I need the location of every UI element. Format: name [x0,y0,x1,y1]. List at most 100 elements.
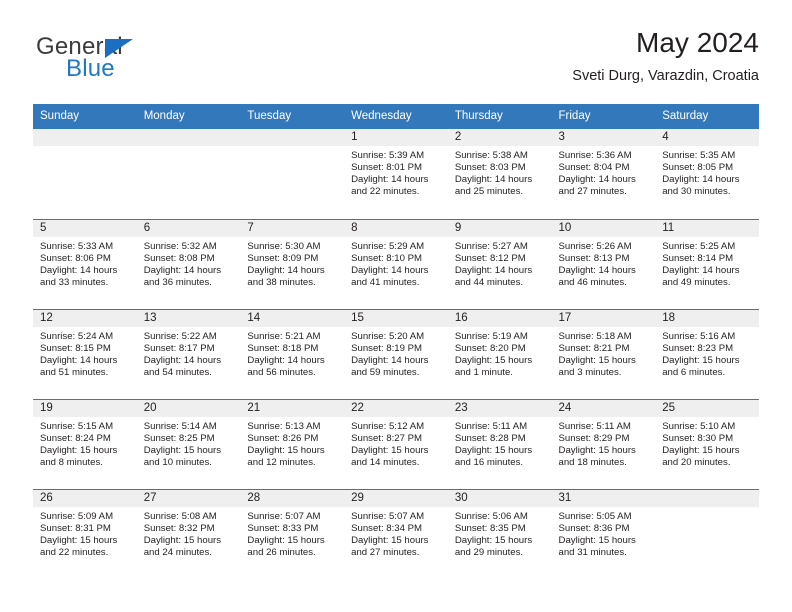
day-number: 21 [240,399,345,417]
sunrise-time: Sunrise: 5:36 AM [558,150,632,161]
sunset-time: Sunset: 8:27 PM [351,432,423,444]
sunrise-time: Sunrise: 5:18 AM [558,330,632,342]
sunrise-time: Sunrise: 5:05 AM [558,510,632,522]
daylight-duration-line1: Daylight: 14 hours [454,264,533,276]
sunrise-time: Sunrise: 5:11 AM [558,420,631,432]
sunset-time: Sunset: 8:12 PM [454,252,526,264]
daylight-duration-line1: Daylight: 15 hours [454,534,533,546]
calendar-day-cell[interactable]: 18 Sunrise: 5:16 AM Sunset: 8:23 PM Dayligh… [655,308,759,399]
day-details: Sunrise: 5:10 AM Sunset: 8:30 PM Daylight:… [655,417,759,469]
calendar-day-cell[interactable]: 11 Sunrise: 5:25 AM Sunset: 8:14 PM Dayligh… [655,218,759,309]
calendar-day-cell[interactable]: 31 Sunrise: 5:05 AM Sunset: 8:36 PM Dayligh… [551,488,656,579]
daylight-duration-line1: Daylight: 15 hours [351,444,429,456]
daylight-duration-line2: and 27 minutes. [351,546,420,558]
day-number: 8 [344,219,448,237]
day-details: Sunrise: 5:18 AM Sunset: 8:21 PM Daylight:… [552,327,656,379]
day-details: Sunrise: 5:05 AM Sunset: 8:36 PM Daylight:… [552,507,656,559]
calendar-day-cell[interactable]: 2 Sunrise: 5:38 AM Sunset: 8:03 PM Daylight… [447,129,552,219]
sunset-time: Sunset: 8:06 PM [40,252,111,264]
day-details: Sunrise: 5:39 AM Sunset: 8:01 PM Daylight:… [344,146,448,198]
day-number: 9 [447,219,552,237]
calendar-day-cell[interactable]: 25 Sunrise: 5:10 AM Sunset: 8:30 PM Dayligh… [655,398,759,489]
calendar-cell-empty [33,129,137,219]
weekday-header-wednesday: Wednesday [344,104,448,129]
page-title: May 2024 [636,27,759,58]
day-number: 26 [33,489,137,507]
calendar-day-cell[interactable]: 16 Sunrise: 5:19 AM Sunset: 8:20 PM Dayligh… [447,308,552,399]
daylight-duration-line2: and 22 minutes. [351,186,420,198]
calendar-day-cell[interactable]: 13 Sunrise: 5:22 AM Sunset: 8:17 PM Dayligh… [136,308,241,399]
calendar-day-cell[interactable]: 23 Sunrise: 5:11 AM Sunset: 8:28 PM Dayligh… [447,398,552,489]
day-number: 24 [551,399,656,417]
calendar-day-cell[interactable]: 27 Sunrise: 5:08 AM Sunset: 8:32 PM Dayligh… [136,488,241,579]
day-number: 15 [344,309,448,327]
sunset-time: Sunset: 8:21 PM [558,342,630,354]
calendar-day-cell[interactable]: 6 Sunrise: 5:32 AM Sunset: 8:08 PM Daylight… [136,218,241,309]
day-number: 20 [136,399,241,417]
calendar-day-cell[interactable]: 28 Sunrise: 5:07 AM Sunset: 8:33 PM Dayligh… [240,488,345,579]
daylight-duration-line2: and 8 minutes. [40,456,103,468]
daylight-duration-line1: Daylight: 15 hours [558,444,636,456]
calendar-day-cell[interactable]: 14 Sunrise: 5:21 AM Sunset: 8:18 PM Dayligh… [240,308,345,399]
sunrise-time: Sunrise: 5:39 AM [351,150,425,161]
calendar-day-cell[interactable]: 3 Sunrise: 5:36 AM Sunset: 8:04 PM Daylight… [551,129,656,219]
daylight-duration-line2: and 16 minutes. [454,456,524,468]
day-number: 16 [447,309,552,327]
calendar-day-cell[interactable]: 1 Sunrise: 5:39 AM Sunset: 8:01 PM Daylight… [344,129,448,219]
day-details: Sunrise: 5:26 AM Sunset: 8:13 PM Daylight:… [552,237,656,289]
daylight-duration-line2: and 56 minutes. [247,366,316,378]
daylight-duration-line1: Daylight: 14 hours [558,264,636,276]
weekday-header-friday: Friday [551,104,656,129]
day-details: Sunrise: 5:38 AM Sunset: 8:03 PM Daylight:… [448,146,552,198]
calendar-day-cell[interactable]: 21 Sunrise: 5:13 AM Sunset: 8:26 PM Dayligh… [240,398,345,489]
page-header: General Blue May 2024 Sveti Durg, Varazd… [33,26,759,98]
day-details: Sunrise: 5:15 AM Sunset: 8:24 PM Daylight:… [33,417,137,469]
sunset-time: Sunset: 8:04 PM [558,162,630,174]
sunset-time: Sunset: 8:26 PM [247,432,319,444]
calendar-day-cell[interactable]: 10 Sunrise: 5:26 AM Sunset: 8:13 PM Dayligh… [551,218,656,309]
day-number: 19 [33,399,137,417]
calendar-day-cell[interactable]: 17 Sunrise: 5:18 AM Sunset: 8:21 PM Dayligh… [551,308,656,399]
calendar-week-row: 26 Sunrise: 5:09 AM Sunset: 8:31 PM Dayligh… [33,488,759,579]
daylight-duration-line2: and 59 minutes. [351,366,420,378]
calendar-day-cell[interactable]: 20 Sunrise: 5:14 AM Sunset: 8:25 PM Dayligh… [136,398,241,489]
sunrise-sunset-calendar: Sunday Monday Tuesday Wednesday Thursday… [33,104,759,579]
calendar-day-cell[interactable]: 9 Sunrise: 5:27 AM Sunset: 8:12 PM Daylight… [447,218,552,309]
calendar-day-cell[interactable]: 7 Sunrise: 5:30 AM Sunset: 8:09 PM Daylight… [240,218,345,309]
sunrise-time: Sunrise: 5:26 AM [558,240,632,252]
calendar-day-cell[interactable]: 30 Sunrise: 5:06 AM Sunset: 8:35 PM Dayligh… [447,488,552,579]
day-number [240,129,345,146]
weekday-header-saturday: Saturday [655,104,759,129]
sunrise-time: Sunrise: 5:30 AM [247,240,321,252]
sunrise-time: Sunrise: 5:27 AM [454,240,528,252]
sunrise-time: Sunrise: 5:33 AM [40,240,114,252]
day-number: 23 [447,399,552,417]
calendar-day-cell[interactable]: 29 Sunrise: 5:07 AM Sunset: 8:34 PM Dayligh… [344,488,448,579]
calendar-day-cell[interactable]: 12 Sunrise: 5:24 AM Sunset: 8:15 PM Dayligh… [33,308,137,399]
sunrise-time: Sunrise: 5:12 AM [351,420,425,432]
logo-text-blue: Blue [66,55,115,82]
daylight-duration-line1: Daylight: 14 hours [143,354,222,366]
calendar-day-cell[interactable]: 19 Sunrise: 5:15 AM Sunset: 8:24 PM Dayligh… [33,398,137,489]
sunrise-time: Sunrise: 5:19 AM [454,330,528,342]
daylight-duration-line2: and 10 minutes. [143,456,212,468]
daylight-duration-line1: Daylight: 15 hours [247,444,325,456]
calendar-week-row: 19 Sunrise: 5:15 AM Sunset: 8:24 PM Dayligh… [33,398,759,489]
calendar-day-cell[interactable]: 8 Sunrise: 5:29 AM Sunset: 8:10 PM Daylight… [344,218,448,309]
calendar-day-cell[interactable]: 26 Sunrise: 5:09 AM Sunset: 8:31 PM Dayligh… [33,488,137,579]
daylight-duration-line1: Daylight: 14 hours [351,264,429,276]
daylight-duration-line1: Daylight: 15 hours [662,444,740,456]
daylight-duration-line2: and 30 minutes. [662,186,731,198]
daylight-duration-line2: and 36 minutes. [143,276,212,288]
calendar-day-cell[interactable]: 15 Sunrise: 5:20 AM Sunset: 8:19 PM Dayligh… [344,308,448,399]
calendar-day-cell[interactable]: 5 Sunrise: 5:33 AM Sunset: 8:06 PM Daylight… [33,218,137,309]
calendar-day-cell[interactable]: 4 Sunrise: 5:35 AM Sunset: 8:05 PM Daylight… [655,129,759,219]
calendar-day-cell[interactable]: 24 Sunrise: 5:11 AM Sunset: 8:29 PM Dayligh… [551,398,656,489]
day-number [33,129,137,146]
general-blue-logo[interactable]: General Blue [36,34,236,90]
calendar-page: General Blue May 2024 Sveti Durg, Varazd… [0,0,792,612]
sunrise-time: Sunrise: 5:21 AM [247,330,321,342]
sunset-time: Sunset: 8:23 PM [662,342,734,354]
daylight-duration-line2: and 38 minutes. [247,276,316,288]
calendar-day-cell[interactable]: 22 Sunrise: 5:12 AM Sunset: 8:27 PM Dayligh… [344,398,448,489]
